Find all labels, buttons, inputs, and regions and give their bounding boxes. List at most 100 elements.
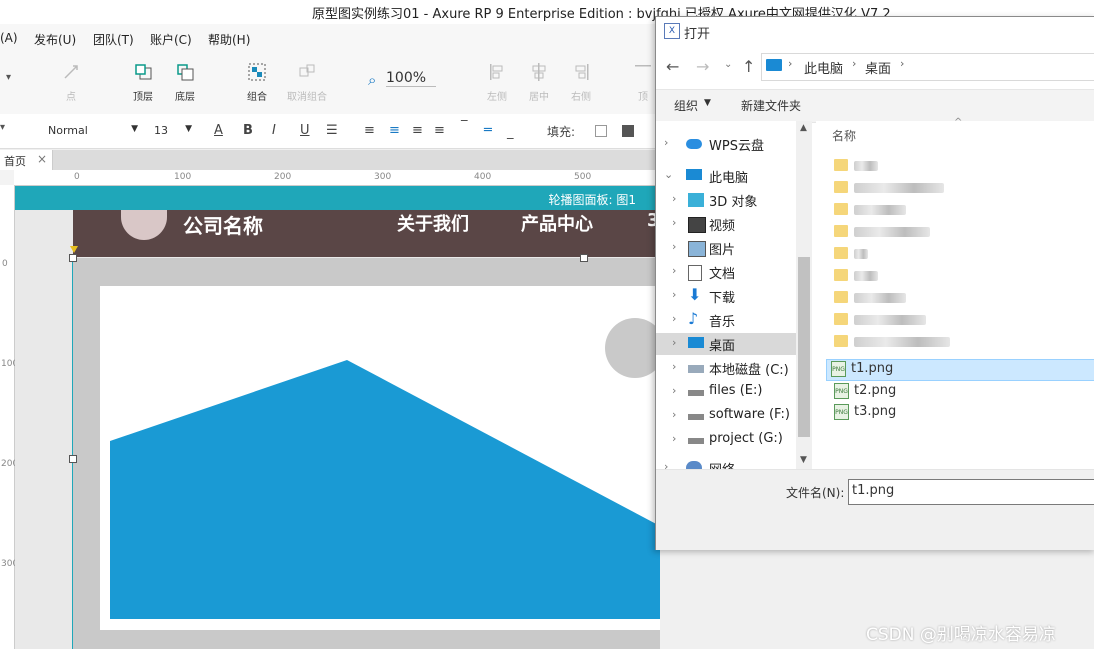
valign-bottom-icon[interactable]: _ — [507, 125, 514, 140]
nav-item-pictures[interactable]: › 图片 — [656, 237, 796, 259]
nav-scrollbar-thumb[interactable] — [798, 257, 810, 437]
file-item[interactable]: PNG t2.png — [830, 382, 1094, 402]
organize-button[interactable]: 组织 — [674, 97, 698, 114]
nav-item-project-g[interactable]: › project (G:) — [656, 429, 796, 451]
menu-account[interactable]: 账户(C) — [150, 31, 192, 48]
nav-item-videos[interactable]: › 视频 — [656, 213, 796, 235]
ungroup-button[interactable]: 取消组合 — [282, 62, 332, 103]
up-arrow-icon[interactable]: ↑ — [742, 57, 755, 76]
underline-button[interactable]: U — [300, 123, 310, 138]
recent-chevron-icon[interactable]: ⌄ — [724, 59, 732, 70]
blurred-name — [854, 293, 906, 303]
resize-handle[interactable] — [69, 455, 77, 463]
point-button[interactable]: 点 — [48, 62, 94, 103]
filename-input[interactable]: t1.png — [848, 479, 1094, 505]
breadcrumb-desktop[interactable]: 桌面 — [865, 58, 891, 77]
nav-products[interactable]: 产品中心 — [521, 210, 593, 236]
menu-arrange[interactable]: (A) — [0, 31, 18, 45]
nav-item-documents[interactable]: › 文档 — [656, 261, 796, 283]
nav-item-files-e[interactable]: › files (E:) — [656, 381, 796, 403]
nav-item-network[interactable]: ›网络 — [656, 457, 796, 469]
forward-arrow-icon[interactable]: → — [696, 57, 709, 76]
align-left-button[interactable]: 左侧 — [474, 62, 520, 103]
nav-about[interactable]: 关于我们 — [397, 210, 469, 236]
tab-home[interactable]: 首页 × — [0, 150, 53, 170]
nav-item-wps-cloud[interactable]: › WPS云盘 — [656, 133, 796, 155]
bold-button[interactable]: B — [243, 123, 253, 138]
desktop-icon — [766, 59, 782, 71]
folder-item[interactable] — [830, 201, 1094, 221]
align-text-center-icon[interactable]: ≡ — [389, 123, 400, 138]
font-size-select[interactable]: 13 ▼ — [152, 121, 196, 141]
image-placeholder[interactable] — [100, 286, 660, 630]
fill-color-swatch[interactable] — [595, 125, 607, 137]
nav-item-3d-objects[interactable]: › 3D 对象 — [656, 189, 796, 211]
nav-item-this-pc[interactable]: ⌄ 此电脑 — [656, 165, 796, 187]
new-folder-button[interactable]: 新建文件夹 — [741, 97, 801, 114]
back-arrow-icon[interactable]: ← — [666, 57, 679, 76]
folder-item[interactable] — [830, 157, 1094, 177]
text-style-select[interactable]: Normal ▼ — [42, 121, 142, 141]
list-icon[interactable]: ☰ — [326, 123, 338, 138]
scroll-down-icon[interactable]: ▼ — [800, 455, 807, 465]
dynamic-panel-bar[interactable]: 轮播图面板: 图1 — [15, 186, 660, 210]
file-list: 名称 ^ PNG t1.png PNG t2.png PNG t3.png — [816, 117, 1094, 469]
breadcrumb-this-pc[interactable]: 此电脑 — [804, 58, 843, 77]
file-item-selected[interactable]: PNG t1.png — [826, 359, 1094, 381]
align-text-left-icon[interactable]: ≡ — [364, 123, 375, 138]
resize-handle[interactable] — [69, 254, 77, 262]
align-right-button[interactable]: 右侧 — [558, 62, 604, 103]
column-header-name[interactable]: 名称 — [832, 127, 856, 144]
folder-item[interactable] — [830, 223, 1094, 243]
open-file-dialog[interactable]: X 打开 ← → ⌄ ↑ › 此电脑 › 桌面 › 组织 ▼ 新建文件夹 › WP… — [655, 16, 1094, 550]
folder-icon — [834, 335, 848, 347]
scroll-up-icon[interactable]: ▲ — [800, 123, 807, 133]
close-icon[interactable]: × — [37, 152, 47, 166]
nav-item-desktop[interactable]: › 桌面 — [656, 333, 796, 355]
breadcrumb-separator: › — [852, 57, 857, 70]
font-color-icon[interactable]: A — [214, 123, 223, 138]
resize-handle[interactable] — [580, 254, 588, 262]
zoom-input[interactable]: 100% — [386, 70, 436, 87]
menu-help[interactable]: 帮助(H) — [208, 31, 250, 48]
folder-item[interactable] — [830, 289, 1094, 309]
drive-icon — [688, 390, 704, 396]
site-header[interactable]: 公司名称 关于我们 产品中心 3 — [73, 210, 660, 257]
nav-item-software-f[interactable]: › software (F:) — [656, 405, 796, 427]
toolbar: ▾ 点 顶层 底层 组合 取消组合 ⌕ 100% 左侧 居中 右侧 顶 — [0, 52, 660, 115]
format-bar: ▾ Normal ▼ 13 ▼ A B I U ☰ ≡ ≡ ≡ ≡ ‾ ═ _ … — [0, 114, 660, 149]
folder-item[interactable] — [830, 311, 1094, 331]
align-text-right-icon[interactable]: ≡ — [412, 123, 423, 138]
send-to-back-button[interactable]: 底层 — [162, 62, 208, 103]
valign-top-icon[interactable]: ‾ — [461, 119, 468, 134]
ruler-tick-label: 500 — [574, 172, 592, 182]
format-caret-icon[interactable]: ▾ — [0, 122, 5, 133]
bring-front-icon — [135, 64, 152, 80]
italic-button[interactable]: I — [272, 123, 276, 138]
justify-icon[interactable]: ≡ — [434, 123, 445, 138]
sort-chevron-icon: ^ — [954, 117, 963, 128]
folder-item[interactable] — [830, 179, 1094, 199]
ruler-corner — [0, 170, 14, 185]
folder-item[interactable] — [830, 333, 1094, 353]
menu-publish[interactable]: 发布(U) — [34, 31, 76, 48]
png-file-icon: PNG — [834, 404, 849, 420]
valign-middle-icon[interactable]: ═ — [484, 123, 492, 138]
file-item[interactable]: PNG t3.png — [830, 403, 1094, 423]
align-top-button[interactable]: 顶 — [628, 62, 658, 103]
nav-item-local-disk-c[interactable]: › 本地磁盘 (C:) — [656, 357, 796, 379]
address-bar[interactable]: › 此电脑 › 桌面 › — [761, 53, 1094, 81]
blurred-name — [854, 315, 926, 325]
nav-item-downloads[interactable]: › ⬇ 下载 — [656, 285, 796, 307]
bring-to-front-button[interactable]: 顶层 — [120, 62, 166, 103]
folder-item[interactable] — [830, 267, 1094, 287]
dropdown-caret-icon[interactable]: ▾ — [6, 72, 11, 83]
menu-team[interactable]: 团队(T) — [93, 31, 134, 48]
nav-item-music[interactable]: › ♪ 音乐 — [656, 309, 796, 331]
shadow-swatch[interactable] — [622, 125, 634, 137]
point-icon — [64, 65, 78, 79]
align-center-button[interactable]: 居中 — [516, 62, 562, 103]
folder-item[interactable] — [830, 245, 1094, 265]
group-button[interactable]: 组合 — [234, 62, 280, 103]
navigation-pane: › WPS云盘 ⌄ 此电脑 › 3D 对象 › 视频 › 图片 › 文档 › ⬇ 下载 › ♪ 音乐… — [656, 121, 812, 469]
